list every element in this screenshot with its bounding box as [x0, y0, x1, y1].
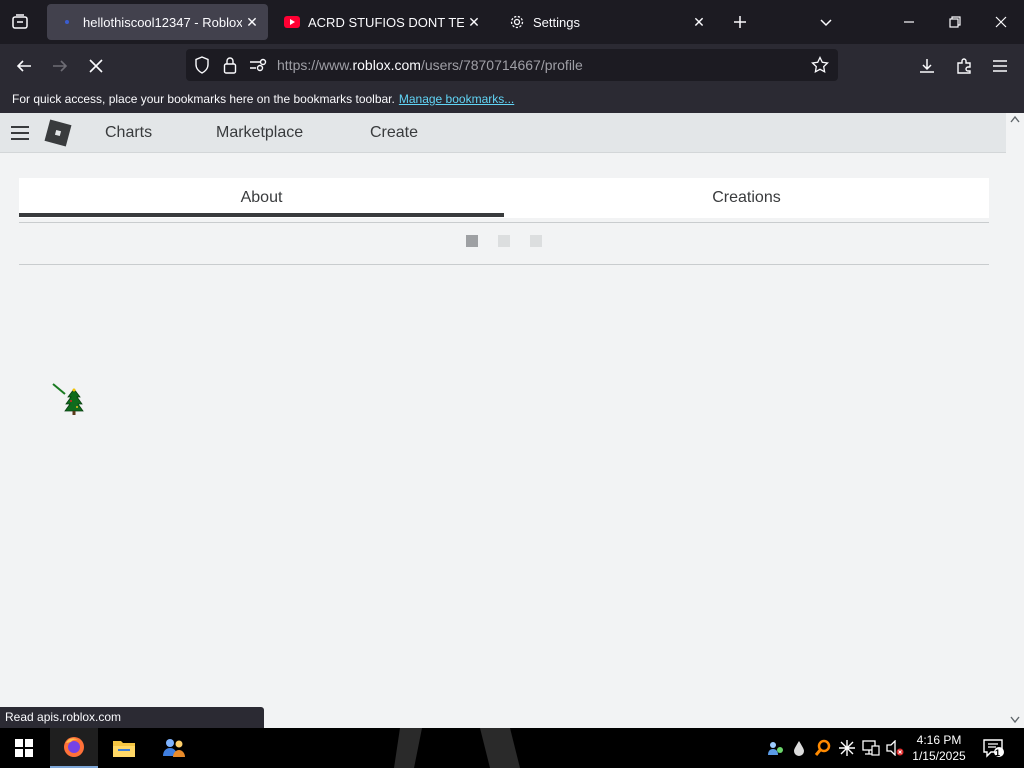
star-icon[interactable] [810, 55, 830, 75]
clock-date: 1/15/2025 [912, 749, 966, 763]
permissions-icon[interactable] [248, 55, 268, 75]
droplet-tray-icon[interactable] [790, 739, 808, 757]
back-arrow-icon[interactable] [10, 52, 38, 80]
loading-indicator [466, 235, 478, 247]
new-tab-button[interactable] [728, 10, 752, 34]
status-bar: Read apis.roblox.com [0, 707, 264, 728]
close-tab-icon[interactable]: ✕ [689, 12, 709, 32]
loading-indicator [530, 235, 542, 247]
bookmarks-hint: For quick access, place your bookmarks h… [12, 92, 395, 106]
taskbar-clock[interactable]: 4:16 PM 1/15/2025 [904, 732, 974, 764]
roblox-logo[interactable] [44, 119, 72, 147]
firefox-icon[interactable] [50, 728, 98, 768]
nav-create[interactable]: Create [370, 124, 418, 142]
wallpaper-fragment [394, 728, 520, 768]
hamburger-icon[interactable] [10, 124, 30, 142]
tab-title: hellothiscool12347 - Roblox [83, 14, 242, 30]
search-tray-icon[interactable] [814, 739, 832, 757]
url-text: https://www.roblox.com/users/7870714667/… [277, 57, 583, 73]
active-tab-indicator [19, 213, 504, 217]
notification-center-icon[interactable]: 1 [982, 739, 1006, 758]
sparkle-tray-icon[interactable] [838, 739, 856, 757]
volume-muted-icon[interactable] [886, 739, 904, 757]
tab-settings[interactable]: Settings ✕ [497, 4, 715, 40]
tracking-shield-icon[interactable] [192, 55, 212, 75]
manage-bookmarks-link[interactable]: Manage bookmarks... [399, 92, 514, 106]
address-bar[interactable]: https://www.roblox.com/users/7870714667/… [186, 49, 838, 81]
lock-icon[interactable] [220, 55, 240, 75]
close-tab-icon[interactable]: ✕ [242, 12, 262, 32]
tab-roblox-profile[interactable]: hellothiscool12347 - Roblox ✕ [47, 4, 268, 40]
tab-creations[interactable]: Creations [504, 178, 989, 218]
bookmarks-toolbar: For quick access, place your bookmarks h… [0, 86, 1024, 113]
roblox-header: Charts Marketplace Create [0, 113, 1006, 153]
tab-about[interactable]: About [19, 178, 504, 218]
network-people-tray-icon[interactable] [766, 739, 784, 757]
windows-taskbar: 4:16 PM 1/15/2025 1 [0, 728, 1024, 768]
puzzle-icon[interactable] [950, 52, 978, 80]
divider [19, 222, 989, 223]
windows-logo-icon[interactable] [0, 728, 48, 768]
loading-dot-icon [59, 14, 75, 30]
forward-arrow-icon[interactable] [46, 52, 74, 80]
people-app-icon[interactable] [150, 728, 198, 768]
close-window-button[interactable] [989, 10, 1013, 34]
tab-title: Settings [533, 14, 580, 30]
christmas-tree-cursor-icon [52, 383, 86, 417]
gear-icon [509, 14, 525, 30]
browser-tab-bar: hellothiscool12347 - Roblox ✕ ACRD STUFI… [0, 0, 1024, 44]
profile-tabs: About Creations [19, 178, 989, 218]
stop-x-icon[interactable] [82, 52, 110, 80]
youtube-icon [284, 14, 300, 30]
nav-charts[interactable]: Charts [105, 124, 152, 142]
notification-count: 1 [995, 748, 1001, 758]
clock-time: 4:16 PM [916, 733, 962, 747]
network-icon[interactable] [862, 739, 880, 757]
restore-button[interactable] [943, 10, 967, 34]
minimize-button[interactable] [897, 10, 921, 34]
tab-list-icon[interactable] [8, 10, 32, 34]
page-scrollbar[interactable] [1006, 113, 1024, 728]
app-menu-icon[interactable] [986, 52, 1014, 80]
divider [19, 264, 989, 265]
nav-marketplace[interactable]: Marketplace [216, 124, 303, 142]
tab-title: ACRD STUFIOS DONT TERMINATE [308, 14, 464, 30]
chevron-down-icon[interactable] [814, 10, 838, 34]
close-tab-icon[interactable]: ✕ [464, 12, 484, 32]
file-explorer-icon[interactable] [100, 728, 148, 768]
tab-youtube[interactable]: ACRD STUFIOS DONT TERMINATE ✕ [272, 4, 490, 40]
loading-indicator [498, 235, 510, 247]
download-icon[interactable] [913, 52, 941, 80]
